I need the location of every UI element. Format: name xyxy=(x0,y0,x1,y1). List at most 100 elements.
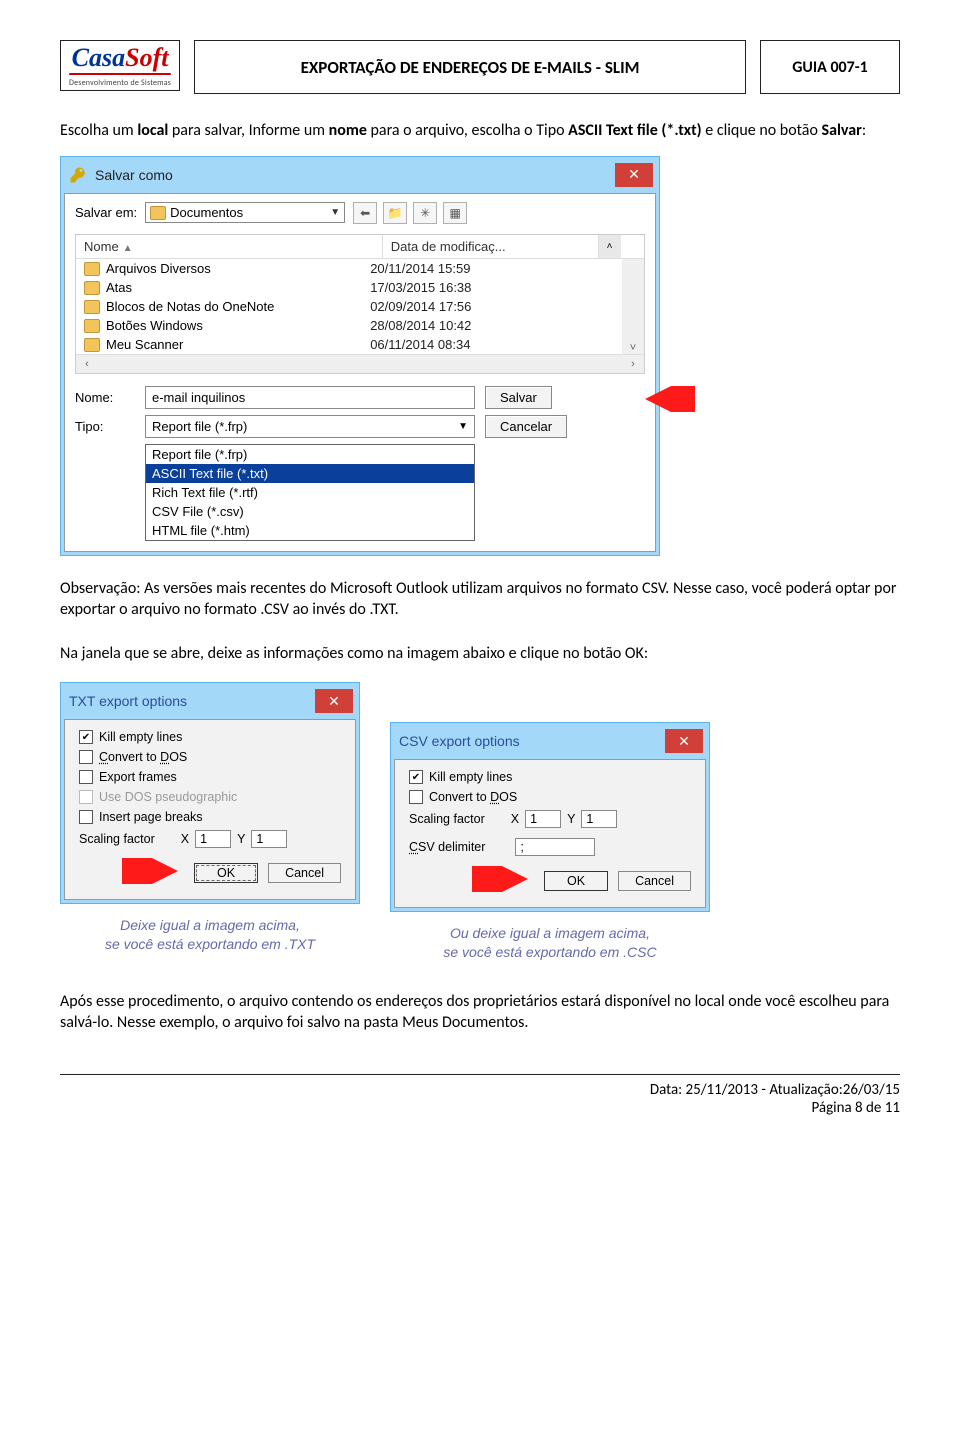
tipo-label: Tipo: xyxy=(75,419,135,434)
table-row[interactable]: Botões Windows 28/08/2014 10:42 xyxy=(76,316,622,335)
scroll-right-button[interactable]: › xyxy=(622,355,644,373)
back-button[interactable]: ⬅ xyxy=(353,202,377,224)
file-date: 17/03/2015 16:38 xyxy=(370,280,614,295)
folder-dropdown[interactable]: Documentos ▼ xyxy=(145,202,345,223)
intro-paragraph: Escolha um local para salvar, Informe um… xyxy=(60,120,900,142)
x-label: X xyxy=(511,812,519,826)
type-option[interactable]: HTML file (*.htm) xyxy=(146,521,474,540)
file-name: Botões Windows xyxy=(106,318,203,333)
cancelar-button[interactable]: Cancelar xyxy=(485,415,567,438)
y-label: Y xyxy=(237,832,245,846)
file-list: Nome▲ Data de modificaç... ˄ Arquivos Di… xyxy=(75,234,645,374)
col-name[interactable]: Nome▲ xyxy=(76,235,383,258)
col-date[interactable]: Data de modificaç... xyxy=(383,235,599,258)
file-name: Arquivos Diversos xyxy=(106,261,211,276)
convert-dos-label: Convert to DOS xyxy=(429,790,517,804)
note-paragraph: Na janela que se abre, deixe as informaç… xyxy=(60,643,900,665)
filename-input[interactable]: e-mail inquilinos xyxy=(145,386,475,409)
x-input[interactable]: 1 xyxy=(525,810,561,828)
scroll-left-button[interactable]: ‹ xyxy=(76,355,98,373)
table-row[interactable]: Meu Scanner 06/11/2014 08:34 xyxy=(76,335,622,354)
file-name: Blocos de Notas do OneNote xyxy=(106,299,274,314)
checkbox-export-frames[interactable] xyxy=(79,770,93,784)
salvar-button[interactable]: Salvar xyxy=(485,386,552,409)
file-date: 28/08/2014 10:42 xyxy=(370,318,614,333)
file-date: 02/09/2014 17:56 xyxy=(370,299,614,314)
up-folder-button[interactable]: 📁 xyxy=(383,202,407,224)
doc-guide: GUIA 007-1 xyxy=(760,40,900,94)
csv-caption: Ou deixe igual a imagem acima, se você e… xyxy=(443,924,656,960)
cancel-button[interactable]: Cancel xyxy=(268,863,341,883)
x-input[interactable]: 1 xyxy=(195,830,231,848)
close-button[interactable]: ✕ xyxy=(665,729,703,753)
dialog-title: Salvar como xyxy=(95,167,615,183)
scaling-label: Scaling factor xyxy=(79,832,155,846)
ok-button[interactable]: OK xyxy=(544,871,608,891)
red-arrow-icon xyxy=(472,866,528,895)
file-name: Meu Scanner xyxy=(106,337,183,352)
checkbox-insert-breaks[interactable] xyxy=(79,810,93,824)
checkbox-use-pseudo xyxy=(79,790,93,804)
type-selected: Report file (*.frp) xyxy=(152,419,247,434)
close-button[interactable]: ✕ xyxy=(315,689,353,713)
csv-dialog-title: CSV export options xyxy=(399,733,665,749)
scrollbar-horizontal[interactable] xyxy=(98,355,622,373)
table-row[interactable]: Atas 17/03/2015 16:38 xyxy=(76,278,622,297)
view-button[interactable]: ▦ xyxy=(443,202,467,224)
file-date: 20/11/2014 15:59 xyxy=(370,261,614,276)
doc-title: EXPORTAÇÃO DE ENDEREÇOS DE E-MAILS - SLI… xyxy=(194,40,746,94)
file-date: 06/11/2014 08:34 xyxy=(370,337,614,352)
table-row[interactable]: Blocos de Notas do OneNote 02/09/2014 17:… xyxy=(76,297,622,316)
sort-asc-icon: ▲ xyxy=(123,243,133,254)
txt-dialog-title: TXT export options xyxy=(69,693,315,709)
insert-breaks-label: Insert page breaks xyxy=(99,810,203,824)
folder-icon xyxy=(150,206,166,220)
checkbox-kill-empty[interactable]: ✔ xyxy=(79,730,93,744)
ok-button[interactable]: OK xyxy=(194,863,258,883)
y-input[interactable]: 1 xyxy=(581,810,617,828)
folder-icon xyxy=(84,319,100,333)
logo-text: CasaSoft xyxy=(69,45,171,71)
csv-export-dialog: CSV export options ✕ ✔ Kill empty lines C… xyxy=(390,722,710,912)
scroll-up-button[interactable]: ˄ xyxy=(599,235,621,258)
chevron-down-icon: ▼ xyxy=(458,421,468,432)
y-label: Y xyxy=(567,812,575,826)
folder-icon xyxy=(84,338,100,352)
type-option[interactable]: Report file (*.frp) xyxy=(146,445,474,464)
folder-icon xyxy=(84,262,100,276)
close-button[interactable]: ✕ xyxy=(615,163,653,187)
kill-empty-label: Kill empty lines xyxy=(429,770,512,784)
folder-icon xyxy=(84,281,100,295)
folder-current: Documentos xyxy=(170,205,243,220)
save-as-dialog: Salvar como ✕ Salvar em: Documentos ▼ ⬅ … xyxy=(60,156,660,556)
red-arrow-icon xyxy=(645,386,695,412)
x-label: X xyxy=(181,832,189,846)
page-footer: Data: 25/11/2013 - Atualização:26/03/15 … xyxy=(60,1074,900,1117)
txt-export-dialog: TXT export options ✕ ✔Kill empty lines C… xyxy=(60,682,360,904)
red-arrow-icon xyxy=(122,858,178,887)
checkbox-convert-dos[interactable] xyxy=(409,790,423,804)
table-row[interactable]: Arquivos Diversos 20/11/2014 15:59 xyxy=(76,259,622,278)
nome-label: Nome: xyxy=(75,390,135,405)
after-paragraph: Após esse procedimento, o arquivo conten… xyxy=(60,991,900,1034)
cancel-button[interactable]: Cancel xyxy=(618,871,691,891)
observacao-paragraph: Observação: As versões mais recentes do … xyxy=(60,578,900,621)
new-folder-button[interactable]: ✳ xyxy=(413,202,437,224)
scaling-label: Scaling factor xyxy=(409,812,485,826)
csv-delim-label: CSV delimiter xyxy=(409,840,485,854)
type-option[interactable]: ASCII Text file (*.txt) xyxy=(146,464,474,483)
logo-subtitle: Desenvolvimento de Sistemas xyxy=(69,78,171,88)
salvar-em-label: Salvar em: xyxy=(75,205,137,220)
export-frames-label: Export frames xyxy=(99,770,177,784)
use-pseudo-label: Use DOS pseudographic xyxy=(99,790,237,804)
file-name: Atas xyxy=(106,280,132,295)
type-option[interactable]: Rich Text file (*.rtf) xyxy=(146,483,474,502)
type-dropdown[interactable]: Report file (*.frp) ▼ xyxy=(145,415,475,438)
type-option[interactable]: CSV File (*.csv) xyxy=(146,502,474,521)
checkbox-convert-dos[interactable] xyxy=(79,750,93,764)
y-input[interactable]: 1 xyxy=(251,830,287,848)
scroll-down-button[interactable]: ˅ xyxy=(622,259,644,354)
csv-delim-input[interactable]: ; xyxy=(515,838,595,856)
type-options-list: Report file (*.frp)ASCII Text file (*.tx… xyxy=(145,444,475,541)
checkbox-kill-empty[interactable]: ✔ xyxy=(409,770,423,784)
